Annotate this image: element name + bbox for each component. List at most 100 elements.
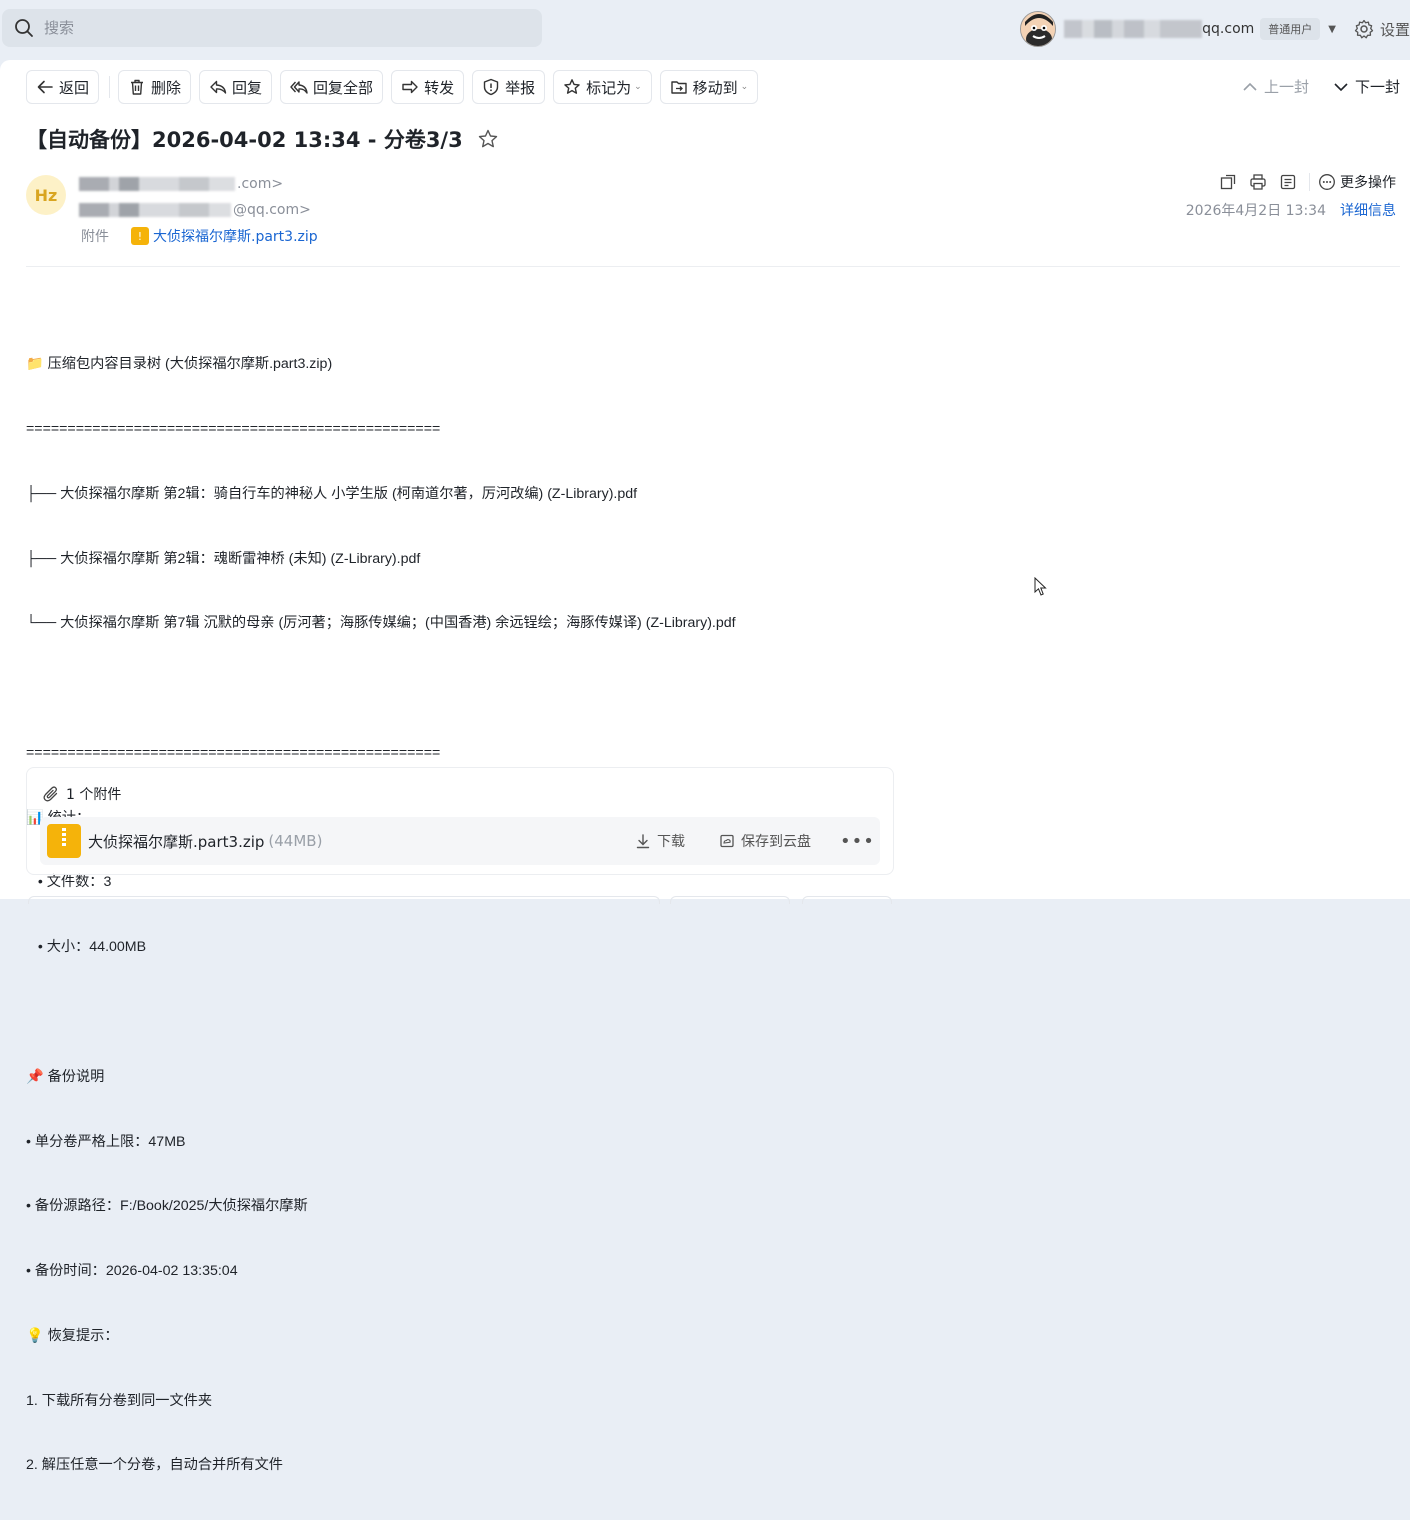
note-icon[interactable] bbox=[1279, 173, 1297, 191]
back-label: 返回 bbox=[59, 78, 90, 97]
attachment-label: 附件 bbox=[81, 229, 109, 245]
folder-move-icon bbox=[670, 81, 687, 94]
reply-all-icon bbox=[290, 81, 308, 94]
user-email-blurred bbox=[1064, 20, 1203, 38]
recipient-suffix: @qq.com> bbox=[233, 202, 311, 218]
mail-view: 返回 删除 回复 回复全部 转发 举报 标记为 ⌄ 移动到 ⌄ 上一封 下一封 … bbox=[0, 60, 1410, 1473]
settings-button[interactable]: 设置 bbox=[1354, 19, 1410, 40]
more-icon bbox=[1319, 174, 1335, 190]
search-input[interactable] bbox=[44, 19, 504, 37]
body-line: ├── 大侦探福尔摩斯 第2辑：魂断雷神桥 (未知) (Z-Library).p… bbox=[26, 550, 421, 567]
quick-action-edge bbox=[670, 896, 790, 904]
star-icon bbox=[564, 79, 580, 94]
search-box[interactable] bbox=[2, 9, 542, 47]
quick-action-edge bbox=[802, 896, 892, 904]
save-to-cloud-button[interactable]: 保存到云盘 bbox=[719, 831, 811, 851]
download-button[interactable]: 下载 bbox=[635, 831, 685, 851]
reply-box-edge bbox=[28, 896, 660, 904]
settings-label: 设置 bbox=[1379, 20, 1410, 39]
forward-icon bbox=[402, 80, 418, 94]
paperclip-icon bbox=[43, 786, 58, 802]
reply-button[interactable]: 回复 bbox=[199, 70, 273, 104]
body-line: • 备份源路径：F:/Book/2025/大侦探福尔摩斯 bbox=[26, 1198, 308, 1215]
next-mail-button[interactable]: 下一封 bbox=[1333, 76, 1400, 97]
sender-suffix: .com> bbox=[237, 176, 284, 192]
next-mail-label: 下一封 bbox=[1354, 78, 1400, 96]
date-line: 2026年4月2日 13:34 详细信息 bbox=[1186, 200, 1396, 220]
new-window-icon[interactable] bbox=[1219, 173, 1237, 191]
mail-body: 📁 压缩包内容目录树 (大侦探福尔摩斯.part3.zip) =========… bbox=[26, 311, 736, 1520]
user-area: qq.com 普通用户 ▼ 设置 bbox=[1020, 10, 1410, 48]
body-line: 📁 压缩包内容目录树 (大侦探福尔摩斯.part3.zip) bbox=[26, 356, 333, 373]
body-line bbox=[26, 1002, 736, 1024]
print-icon[interactable] bbox=[1249, 173, 1267, 191]
recipient-line[interactable]: @qq.com> bbox=[79, 202, 311, 218]
sender-blurred bbox=[79, 177, 235, 191]
mouse-cursor-icon bbox=[1034, 577, 1047, 596]
reply-label: 回复 bbox=[232, 78, 263, 97]
prev-mail-button[interactable]: 上一封 bbox=[1242, 76, 1309, 97]
report-label: 举报 bbox=[505, 78, 536, 97]
reply-all-label: 回复全部 bbox=[313, 78, 374, 97]
attachment-item[interactable]: 大侦探福尔摩斯.part3.zip (44MB) 下载 保存到云盘 ••• bbox=[40, 817, 880, 865]
body-line: 📌 备份说明 bbox=[26, 1068, 105, 1085]
move-to-label: 移动到 bbox=[692, 78, 738, 97]
trash-icon bbox=[131, 79, 144, 95]
body-line: • 文件数：3 bbox=[26, 874, 112, 891]
reply-all-button[interactable]: 回复全部 bbox=[280, 70, 384, 104]
caret-down-icon[interactable]: ▼ bbox=[1328, 24, 1336, 35]
shield-icon bbox=[483, 78, 499, 96]
header-attachment-row: 附件 ! 大侦探福尔摩斯.part3.zip bbox=[81, 226, 318, 246]
body-line: • 单分卷严格上限：47MB bbox=[26, 1133, 186, 1150]
forward-button[interactable]: 转发 bbox=[391, 70, 465, 104]
subject-text: 【自动备份】2026-04-02 13:34 - 分卷3/3 bbox=[26, 128, 463, 152]
header-attachment-link[interactable]: 大侦探福尔摩斯.part3.zip bbox=[153, 226, 318, 246]
report-button[interactable]: 举报 bbox=[472, 70, 546, 104]
attachment-file-size: (44MB) bbox=[268, 832, 323, 850]
user-badge: 普通用户 bbox=[1260, 18, 1321, 40]
chevron-down-icon: ⌄ bbox=[740, 82, 749, 92]
body-line: 2. 解压任意一个分卷，自动合并所有文件 bbox=[26, 1457, 283, 1474]
attachment-count: 1 个附件 bbox=[66, 787, 122, 803]
body-line: ========================================… bbox=[26, 420, 441, 437]
body-line: 1. 下载所有分卷到同一文件夹 bbox=[26, 1392, 213, 1409]
attachment-panel-title: 1 个附件 bbox=[42, 784, 121, 804]
body-line: • 备份时间：2026-04-02 13:35:04 bbox=[26, 1263, 238, 1280]
attachment-panel: 1 个附件 大侦探福尔摩斯.part3.zip (44MB) 下载 保存到云盘 … bbox=[26, 767, 894, 875]
move-to-button[interactable]: 移动到 ⌄ bbox=[659, 70, 759, 104]
back-button[interactable]: 返回 bbox=[26, 70, 100, 104]
more-actions-button[interactable]: 更多操作 bbox=[1318, 172, 1396, 192]
chevron-down-icon bbox=[1334, 82, 1348, 91]
body-line: ========================================… bbox=[26, 744, 441, 761]
body-line: • 大小：44.00MB bbox=[26, 939, 147, 956]
details-link[interactable]: 详细信息 bbox=[1340, 200, 1396, 220]
save-to-cloud-label: 保存到云盘 bbox=[741, 834, 811, 850]
more-options-button[interactable]: ••• bbox=[840, 831, 875, 852]
body-line bbox=[26, 678, 736, 700]
chevron-down-icon: ⌄ bbox=[634, 82, 642, 92]
search-icon bbox=[15, 19, 33, 37]
forward-label: 转发 bbox=[424, 78, 455, 97]
avatar[interactable] bbox=[1020, 11, 1057, 47]
warning-icon: ! bbox=[131, 227, 149, 245]
top-bar: qq.com 普通用户 ▼ 设置 bbox=[0, 0, 1410, 60]
mail-toolbar: 返回 删除 回复 回复全部 转发 举报 标记为 ⌄ 移动到 ⌄ bbox=[26, 70, 766, 104]
reply-icon bbox=[210, 80, 227, 94]
attachment-file-name[interactable]: 大侦探福尔摩斯.part3.zip bbox=[88, 831, 264, 852]
sender-avatar: Hz bbox=[26, 175, 66, 215]
mark-as-button[interactable]: 标记为 ⌄ bbox=[553, 70, 652, 104]
prev-mail-label: 上一封 bbox=[1263, 78, 1309, 96]
header-actions: 更多操作 bbox=[1207, 172, 1396, 192]
download-icon bbox=[636, 834, 650, 849]
gear-icon bbox=[1354, 19, 1374, 39]
zip-file-icon bbox=[47, 824, 81, 858]
sender-line[interactable]: .com> bbox=[79, 176, 283, 192]
body-line: └── 大侦探福尔摩斯 第7辑 沉默的母亲 (厉河著；海豚传媒编；(中国香港) … bbox=[26, 615, 736, 632]
body-line: ├── 大侦探福尔摩斯 第2辑：骑自行车的神秘人 小学生版 (柯南道尔著，厉河改… bbox=[26, 485, 638, 502]
arrow-left-icon bbox=[37, 80, 53, 94]
delete-button[interactable]: 删除 bbox=[118, 70, 192, 104]
mail-date: 2026年4月2日 13:34 bbox=[1185, 203, 1326, 219]
star-icon[interactable] bbox=[477, 128, 499, 150]
more-actions-label: 更多操作 bbox=[1340, 175, 1396, 191]
ellipsis-icon: ••• bbox=[840, 830, 875, 852]
